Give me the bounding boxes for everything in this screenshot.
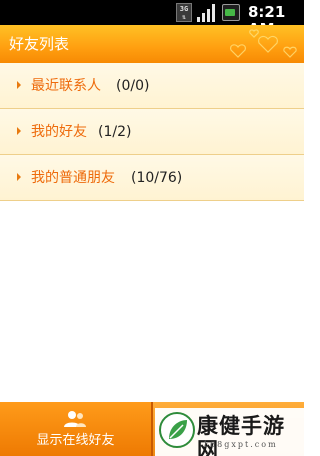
friend-list-screen: 3G ⇅ 8:21 AM 好友列表 最近联系人 (0/0) (0, 0, 304, 456)
expand-arrow-icon (17, 127, 21, 135)
page-title: 好友列表 (9, 35, 70, 53)
status-bar: 3G ⇅ 8:21 AM (0, 0, 304, 38)
leaf-logo-icon (159, 412, 195, 448)
hearts-decoration-icon (230, 29, 297, 58)
watermark: 康健手游网 168gxpt.com (155, 408, 304, 456)
show-online-friends-button[interactable]: 显示在线好友 (0, 402, 151, 456)
group-row-recent[interactable]: 最近联系人 (0/0) (0, 63, 304, 109)
users-icon (64, 411, 86, 427)
group-row-ordinary-friends[interactable]: 我的普通朋友 (10/76) (0, 155, 304, 201)
friend-group-list: 最近联系人 (0/0) 我的好友 (1/2) 我的普通朋友 (10/76) (0, 63, 304, 201)
group-count: (1/2) (98, 124, 132, 140)
group-row-my-friends[interactable]: 我的好友 (1/2) (0, 109, 304, 155)
battery-icon (222, 4, 240, 21)
group-count: (10/76) (131, 170, 183, 186)
watermark-subtext: 168gxpt.com (203, 440, 278, 449)
group-count: (0/0) (116, 78, 150, 94)
expand-arrow-icon (17, 81, 21, 89)
signal-strength-icon (197, 3, 216, 22)
show-online-friends-label: 显示在线好友 (36, 433, 115, 448)
group-name: 我的好友 (31, 124, 87, 140)
network-3g-icon: 3G ⇅ (176, 3, 192, 22)
expand-arrow-icon (17, 173, 21, 181)
group-name: 我的普通朋友 (31, 170, 115, 186)
group-name: 最近联系人 (31, 78, 101, 94)
title-bar: 好友列表 (0, 25, 304, 63)
